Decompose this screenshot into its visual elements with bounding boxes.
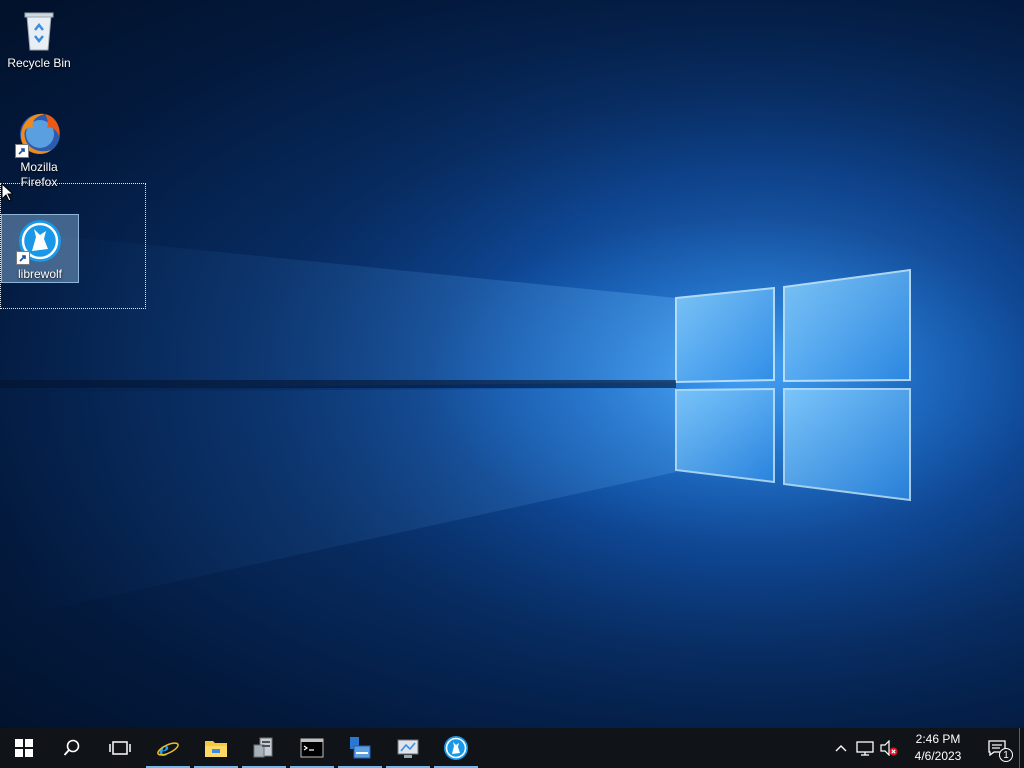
network-icon [856, 741, 874, 756]
taskbar-network-app[interactable] [336, 728, 384, 768]
desktop[interactable]: Recycle Bin Mozilla Firefox librewolf [0, 0, 1024, 728]
firefox-desktop-icon[interactable]: Mozilla Firefox [1, 108, 77, 190]
search-button[interactable] [48, 728, 96, 768]
system-tray: 2:46 PM 4/6/2023 1 [829, 728, 1024, 768]
recycle-bin-icon [15, 6, 63, 54]
start-button[interactable] [0, 728, 48, 768]
taskbar-server-manager[interactable] [240, 728, 288, 768]
task-view-icon [109, 741, 131, 755]
show-hidden-icons-button[interactable] [829, 728, 853, 768]
server-manager-icon [253, 737, 273, 758]
librewolf-icon [444, 736, 468, 760]
network-app-icon [350, 737, 371, 759]
mouse-cursor-icon [1, 183, 13, 202]
clock-time: 2:46 PM [915, 732, 961, 746]
volume-muted-icon [880, 740, 898, 756]
windows-logo-icon [15, 739, 33, 757]
command-prompt-icon [300, 738, 324, 758]
recycle-bin-label: Recycle Bin [7, 56, 71, 70]
taskbar-internet-explorer[interactable]: e [144, 728, 192, 768]
show-desktop-button[interactable] [1019, 728, 1024, 768]
svg-text:e: e [159, 736, 169, 760]
librewolf-desktop-icon[interactable]: librewolf [1, 214, 79, 283]
task-view-button[interactable] [96, 728, 144, 768]
taskbar-file-explorer[interactable] [192, 728, 240, 768]
folder-icon [205, 741, 227, 757]
taskbar-control-panel[interactable] [384, 728, 432, 768]
shortcut-arrow-icon [16, 251, 30, 265]
taskbar-command-prompt[interactable] [288, 728, 336, 768]
librewolf-label: librewolf [17, 267, 62, 281]
taskbar-spacer [480, 728, 829, 768]
search-icon [63, 739, 80, 756]
taskbar: e 2:46 PM 4/6/2023 1 [0, 728, 1024, 768]
internet-explorer-icon: e [157, 736, 179, 760]
clock[interactable]: 2:46 PM 4/6/2023 [901, 728, 975, 768]
recycle-bin-desktop-icon[interactable]: Recycle Bin [1, 4, 77, 71]
taskbar-librewolf[interactable] [432, 728, 480, 768]
volume-button[interactable] [877, 728, 901, 768]
clock-date: 4/6/2023 [914, 749, 962, 763]
chevron-up-icon [835, 745, 847, 752]
librewolf-icon [16, 217, 64, 265]
notification-count-badge: 1 [999, 748, 1013, 762]
firefox-icon [15, 110, 63, 158]
windows-wallpaper [0, 0, 1024, 728]
monitor-app-icon [397, 739, 419, 758]
shortcut-arrow-icon [15, 144, 29, 158]
network-status-button[interactable] [853, 728, 877, 768]
action-center-button[interactable]: 1 [975, 728, 1019, 768]
